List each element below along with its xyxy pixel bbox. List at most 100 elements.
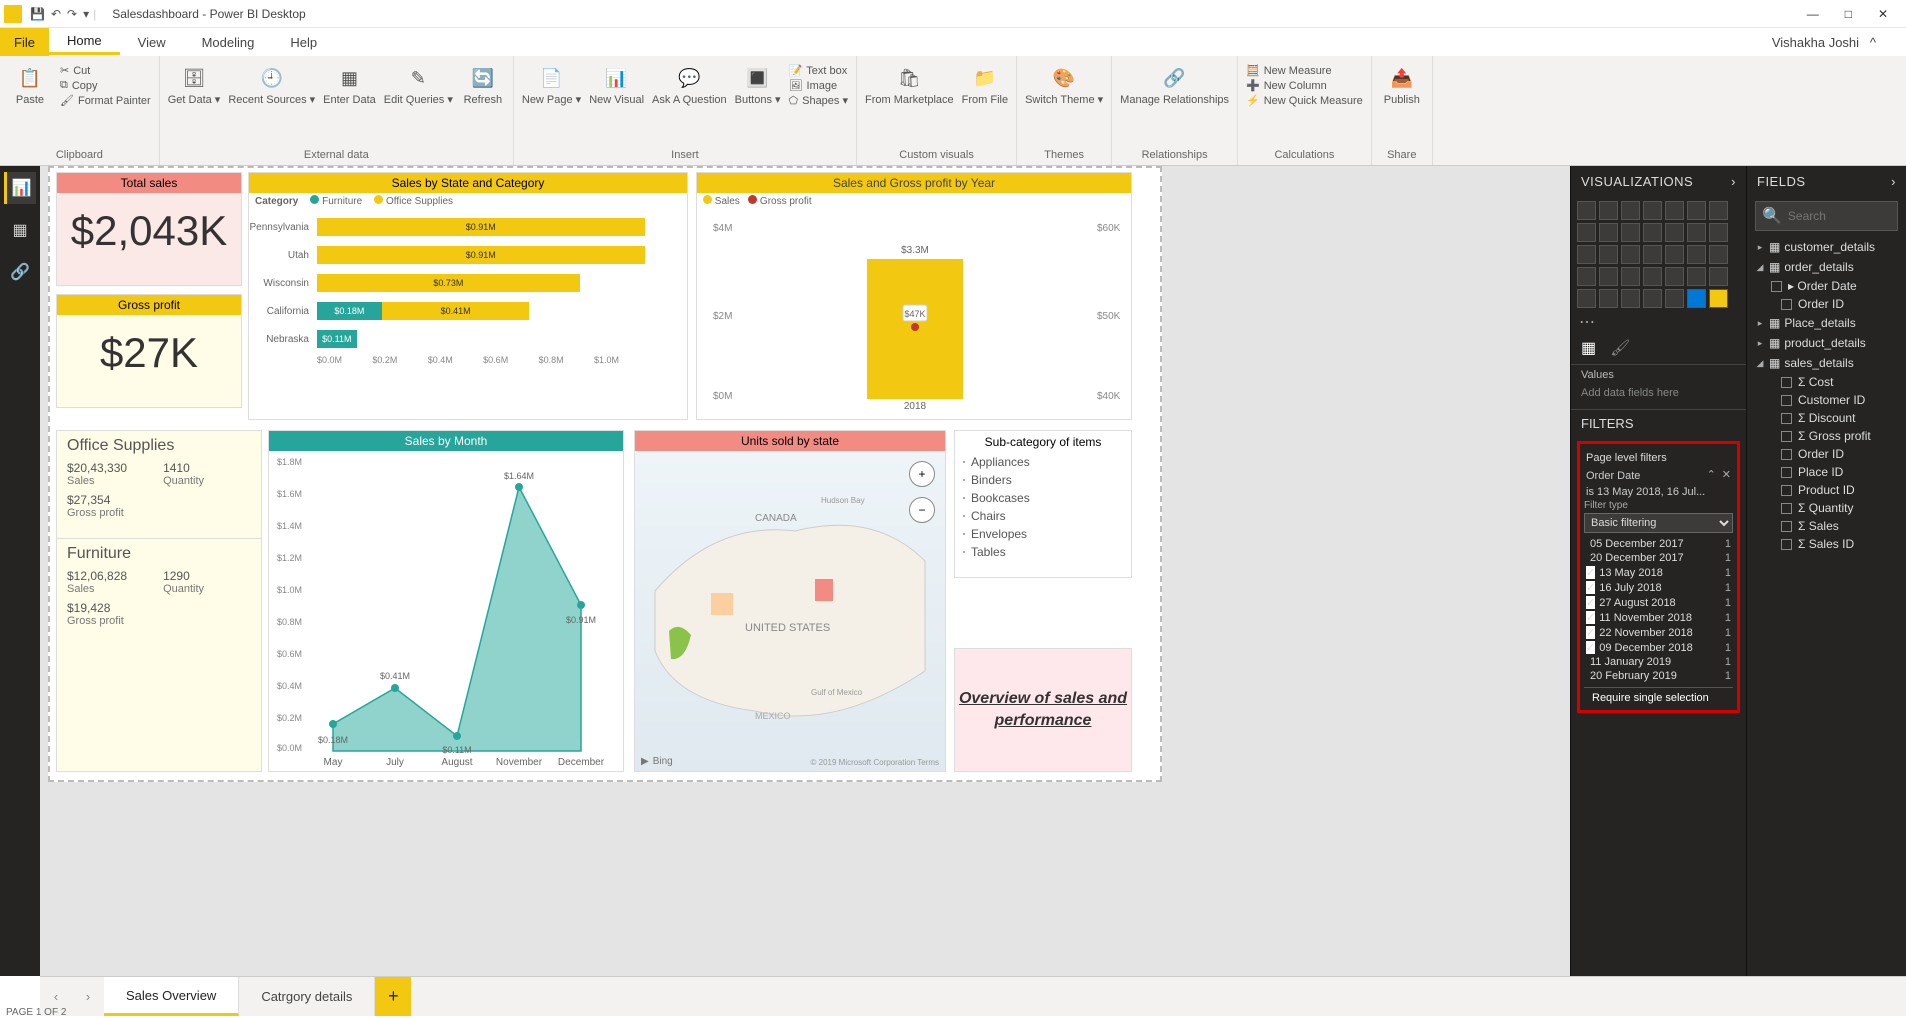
fields-table[interactable]: ◢ ▦ sales_details — [1751, 353, 1902, 373]
filter-date-row[interactable]: ✓13 May 20181 — [1584, 565, 1733, 580]
filter-checkbox[interactable]: ✓ — [1586, 611, 1595, 624]
fields-search-input[interactable] — [1788, 209, 1906, 223]
fields-table[interactable]: ▸ ▦ customer_details — [1751, 237, 1902, 257]
format-tab-icon[interactable]: 🖌 — [1610, 338, 1630, 358]
fields-field[interactable]: Customer ID — [1751, 391, 1902, 409]
shapes-button[interactable]: ⬠ Shapes ▾ — [789, 94, 848, 107]
maximize-icon[interactable]: □ — [1845, 7, 1852, 21]
copy-button[interactable]: ⧉ Copy — [60, 79, 151, 92]
format-painter-button[interactable]: 🖌 Format Painter — [60, 94, 151, 107]
from-marketplace-button[interactable]: 🛍From Marketplace — [865, 64, 954, 106]
filter-type-select[interactable]: Basic filtering — [1584, 513, 1733, 533]
tab-view[interactable]: View — [120, 31, 184, 54]
map-units-sold[interactable]: Units sold by state CANADA UNITED STATES… — [634, 430, 946, 772]
filter-checkbox[interactable]: ✓ — [1586, 596, 1595, 609]
viz-type-icon[interactable] — [1687, 267, 1706, 286]
fields-field[interactable]: Σ Discount — [1751, 409, 1902, 427]
map-zoom-out-icon[interactable]: − — [909, 497, 935, 523]
viz-type-icon[interactable] — [1665, 201, 1684, 220]
slicer-item[interactable]: Appliances — [955, 453, 1131, 471]
ask-question-button[interactable]: 💬Ask A Question — [652, 64, 727, 106]
viz-type-icon[interactable] — [1665, 245, 1684, 264]
publish-button[interactable]: 📤Publish — [1380, 64, 1424, 106]
card-furniture[interactable]: Furniture $12,06,828Sales 1290Quantity $… — [56, 538, 262, 772]
slicer-item[interactable]: Envelopes — [955, 525, 1131, 543]
fields-field[interactable]: Order ID — [1751, 295, 1902, 313]
filter-date-row[interactable]: ✓11 November 20181 — [1584, 610, 1733, 625]
filter-date-row[interactable]: 20 February 20191 — [1584, 669, 1733, 683]
manage-relationships-button[interactable]: 🔗Manage Relationships — [1120, 64, 1229, 106]
kpi-total-sales[interactable]: Total sales $2,043K — [56, 172, 242, 286]
slicer-item[interactable]: Chairs — [955, 507, 1131, 525]
fields-field[interactable]: ▸ Order Date — [1751, 277, 1902, 295]
filter-checkbox[interactable]: ✓ — [1586, 626, 1595, 639]
filter-checkbox[interactable]: ✓ — [1586, 566, 1595, 579]
enter-data-button[interactable]: ▦Enter Data — [323, 64, 376, 106]
fields-field[interactable]: Σ Cost — [1751, 373, 1902, 391]
tab-modeling[interactable]: Modeling — [184, 31, 273, 54]
get-data-button[interactable]: 🗄Get Data ▾ — [168, 64, 221, 106]
filter-date-row[interactable]: ✓16 July 20181 — [1584, 580, 1733, 595]
overview-textbox[interactable]: Overview of sales and performance — [954, 648, 1132, 772]
fields-field[interactable]: Σ Sales ID — [1751, 535, 1902, 553]
fields-field[interactable]: Product ID — [1751, 481, 1902, 499]
page-tab-1[interactable]: Sales Overview — [104, 977, 239, 1016]
viz-type-icon[interactable] — [1621, 289, 1640, 308]
viz-type-icon[interactable] — [1709, 223, 1728, 242]
close-icon[interactable]: ✕ — [1878, 7, 1888, 21]
tab-help[interactable]: Help — [272, 31, 335, 54]
viz-type-icon[interactable] — [1643, 201, 1662, 220]
fields-table[interactable]: ▸ ▦ Place_details — [1751, 313, 1902, 333]
viz-type-icon[interactable] — [1621, 201, 1640, 220]
viz-type-icon[interactable] — [1709, 267, 1728, 286]
filter-date-row[interactable]: 11 January 20191 — [1584, 655, 1733, 669]
image-button[interactable]: 🖼 Image — [789, 79, 848, 92]
pane-values-hint[interactable]: Add data fields here — [1581, 381, 1736, 405]
viz-type-icon[interactable] — [1577, 201, 1596, 220]
buttons-button[interactable]: 🔳Buttons ▾ — [735, 64, 781, 106]
report-view-icon[interactable]: 📊 — [4, 172, 36, 204]
edit-queries-button[interactable]: ✎Edit Queries ▾ — [384, 64, 453, 106]
fields-search[interactable]: 🔍 — [1755, 201, 1898, 231]
from-file-button[interactable]: 📁From File — [962, 64, 1008, 106]
model-view-icon[interactable]: 🔗 — [4, 256, 36, 288]
fields-field[interactable]: Σ Gross profit — [1751, 427, 1902, 445]
viz-type-icon[interactable] — [1599, 201, 1618, 220]
filter-date-row[interactable]: ✓09 December 20181 — [1584, 640, 1733, 655]
slicer-item[interactable]: Bookcases — [955, 489, 1131, 507]
viz-type-icon[interactable] — [1665, 289, 1684, 308]
report-canvas[interactable]: Total sales $2,043K Gross profit $27K Sa… — [40, 166, 1570, 976]
viz-type-icon[interactable] — [1577, 245, 1596, 264]
viz-type-icon[interactable] — [1621, 267, 1640, 286]
slicer-item[interactable]: Tables — [955, 543, 1131, 561]
viz-type-icon[interactable] — [1577, 289, 1596, 308]
viz-type-icon[interactable] — [1599, 245, 1618, 264]
paste-button[interactable]: 📋Paste — [8, 64, 52, 106]
chart-sales-month[interactable]: Sales by Month $1.8M$1.6M$1.4M $1.2M$1.0… — [268, 430, 624, 772]
tab-nav-next-icon[interactable]: › — [72, 977, 104, 1016]
filter-checkbox[interactable]: ✓ — [1586, 641, 1595, 654]
signed-in-user[interactable]: Vishakha Joshi ^ — [1772, 35, 1906, 50]
viz-type-icon[interactable] — [1687, 245, 1706, 264]
filter-date-row[interactable]: ✓22 November 20181 — [1584, 625, 1733, 640]
viz-type-icon[interactable] — [1599, 223, 1618, 242]
viz-type-icon[interactable] — [1621, 223, 1640, 242]
new-column-button[interactable]: ➕ New Column — [1246, 79, 1363, 92]
switch-theme-button[interactable]: 🎨Switch Theme ▾ — [1025, 64, 1103, 106]
filter-date-row[interactable]: ✓27 August 20181 — [1584, 595, 1733, 610]
viz-type-icon[interactable] — [1687, 201, 1706, 220]
minimize-icon[interactable]: — — [1807, 7, 1819, 21]
add-page-button[interactable]: + — [375, 977, 411, 1016]
tab-home[interactable]: Home — [49, 29, 120, 55]
viz-type-icon[interactable] — [1709, 201, 1728, 220]
fields-table[interactable]: ▸ ▦ product_details — [1751, 333, 1902, 353]
filter-field-name[interactable]: Order Date — [1586, 470, 1640, 482]
viz-type-icon[interactable] — [1709, 245, 1728, 264]
viz-type-icon[interactable] — [1665, 267, 1684, 286]
cut-button[interactable]: ✂ Cut — [60, 64, 151, 77]
undo-icon[interactable]: ↶ — [51, 7, 61, 21]
viz-type-icon[interactable] — [1687, 289, 1706, 308]
viz-type-icon[interactable] — [1665, 223, 1684, 242]
pane-viz-collapse-icon[interactable]: › — [1731, 174, 1736, 189]
viz-type-icon[interactable] — [1577, 223, 1596, 242]
